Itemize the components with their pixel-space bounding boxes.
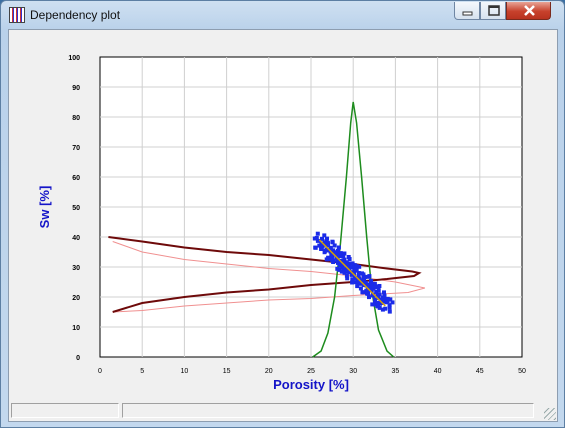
scatter-point	[384, 300, 389, 305]
scatter-point	[345, 276, 350, 281]
title-bar[interactable]: Dependency plot	[1, 1, 564, 29]
y-axis-label: Sw [%]	[37, 186, 52, 229]
close-icon	[524, 5, 535, 16]
resize-grip[interactable]	[544, 408, 556, 420]
status-bar	[8, 401, 558, 422]
minimize-icon	[462, 11, 473, 16]
x-tick-label: 5	[140, 368, 144, 375]
scatter-point	[324, 257, 329, 262]
scatter-point	[367, 295, 371, 300]
scatter-point	[390, 300, 395, 305]
y-tick-label: 0	[76, 355, 80, 362]
minimize-button[interactable]	[454, 2, 480, 20]
x-tick-label: 15	[223, 368, 231, 375]
status-pane-2	[122, 403, 534, 418]
x-axis-label: Porosity [%]	[273, 377, 349, 392]
x-tick-labels: 0 5 10 15 20 25 30 35 40 45 50	[98, 368, 526, 375]
x-tick-label: 0	[98, 368, 102, 375]
x-tick-label: 30	[349, 368, 357, 375]
scatter-point	[380, 307, 385, 312]
maximize-icon	[488, 5, 500, 16]
y-tick-label: 70	[72, 145, 80, 152]
y-tick-labels: 0 10 20 30 40 50 60 70 80 90 100	[68, 55, 80, 362]
y-tick-label: 30	[72, 265, 80, 272]
y-tick-label: 20	[72, 295, 80, 302]
scatter-point	[345, 261, 350, 266]
x-tick-label: 40	[434, 368, 442, 375]
scatter-point	[347, 257, 352, 261]
app-icon	[9, 7, 25, 23]
x-tick-label: 25	[307, 368, 315, 375]
scatter-point	[377, 284, 382, 288]
status-pane-1	[11, 403, 119, 418]
x-tick-label: 20	[265, 368, 273, 375]
y-tick-label: 80	[72, 115, 80, 122]
scatter-point	[313, 245, 318, 250]
scatter-point	[360, 290, 365, 295]
y-tick-label: 40	[72, 235, 80, 242]
dependency-plot-window: Dependency plot 0 5 10 15 20 25 30 35 40 45 50 0 10…	[0, 0, 565, 428]
scatter-point	[332, 243, 337, 248]
scatter-point	[338, 251, 343, 256]
y-tick-label: 100	[68, 55, 80, 62]
window-title: Dependency plot	[30, 8, 121, 22]
close-button[interactable]	[506, 2, 551, 20]
x-tick-label: 45	[476, 368, 484, 375]
scatter-point	[387, 305, 392, 310]
scatter-point	[341, 254, 346, 259]
scatter-point	[355, 284, 360, 289]
scatter-point	[369, 282, 374, 286]
plot-client-area: 0 5 10 15 20 25 30 35 40 45 50 0 10 20 30 40 50 60 70 80 90…	[8, 29, 558, 403]
scatter-point	[330, 239, 335, 244]
x-tick-label: 10	[181, 368, 189, 375]
scatter-point	[356, 271, 361, 275]
scatter-point	[366, 274, 371, 279]
scatter-point	[350, 261, 355, 266]
y-tick-label: 90	[72, 85, 80, 92]
dependency-chart[interactable]: 0 5 10 15 20 25 30 35 40 45 50 0 10 20 30 40 50 60 70 80 90…	[9, 30, 557, 402]
scatter-point	[376, 288, 381, 293]
x-tick-label: 50	[518, 368, 526, 375]
y-tick-label: 60	[72, 175, 80, 182]
x-tick-label: 35	[392, 368, 400, 375]
scatter-point	[315, 231, 320, 236]
y-tick-label: 50	[72, 205, 80, 212]
y-tick-label: 10	[72, 325, 80, 332]
scatter-point	[387, 309, 392, 314]
maximize-button[interactable]	[480, 2, 506, 20]
